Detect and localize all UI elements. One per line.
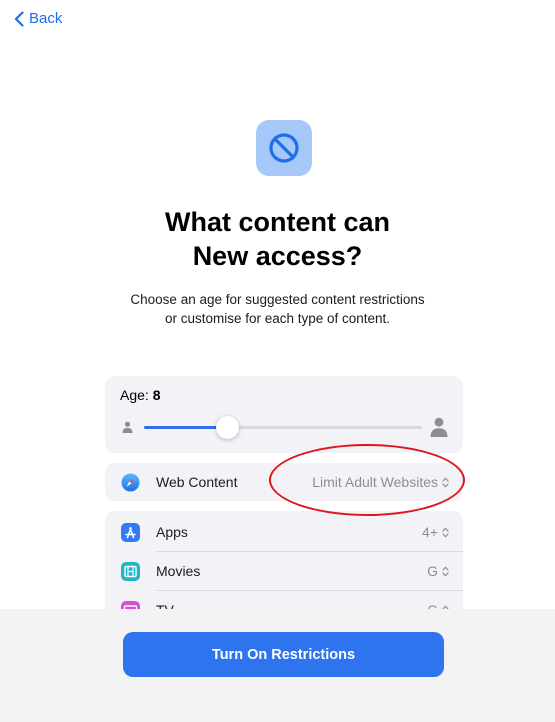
movies-value[interactable]: G bbox=[427, 563, 449, 579]
person-large-icon bbox=[430, 417, 448, 437]
page-title: What content can New access? bbox=[164, 207, 390, 271]
apps-value[interactable]: 4+ bbox=[422, 524, 449, 540]
back-button[interactable]: Back bbox=[14, 10, 62, 27]
page-subtitle: Choose an age for suggested content rest… bbox=[130, 292, 425, 326]
back-label: Back bbox=[29, 10, 63, 27]
age-slider[interactable] bbox=[120, 412, 448, 442]
web-content-value[interactable]: Limit Adult Websites bbox=[312, 474, 449, 490]
chevron-up-down-icon bbox=[442, 566, 449, 576]
age-label: Age: 8 bbox=[120, 387, 161, 403]
chevron-left-icon bbox=[14, 10, 24, 27]
slider-fill bbox=[144, 426, 228, 429]
restrictions-icon bbox=[256, 120, 312, 176]
web-content-label: Web Content bbox=[156, 474, 238, 490]
apps-label: Apps bbox=[156, 524, 188, 540]
slider-thumb[interactable] bbox=[216, 416, 240, 439]
age-card: Age: 8 bbox=[105, 376, 463, 453]
slider-track[interactable] bbox=[144, 416, 422, 439]
chevron-up-down-icon bbox=[442, 527, 449, 537]
web-content-row[interactable]: Web Content Limit Adult Websites bbox=[105, 463, 463, 501]
person-small-icon bbox=[122, 421, 133, 433]
turn-on-restrictions-button[interactable]: Turn On Restrictions bbox=[123, 632, 444, 677]
safari-compass-icon bbox=[121, 473, 140, 492]
movies-row[interactable]: Movies G bbox=[105, 552, 463, 590]
chevron-up-down-icon bbox=[442, 477, 449, 487]
apps-row[interactable]: Apps 4+ bbox=[105, 513, 463, 551]
movies-film-icon bbox=[121, 561, 140, 581]
app-store-icon bbox=[121, 522, 140, 542]
movies-label: Movies bbox=[156, 563, 201, 579]
age-value: 8 bbox=[152, 387, 161, 403]
